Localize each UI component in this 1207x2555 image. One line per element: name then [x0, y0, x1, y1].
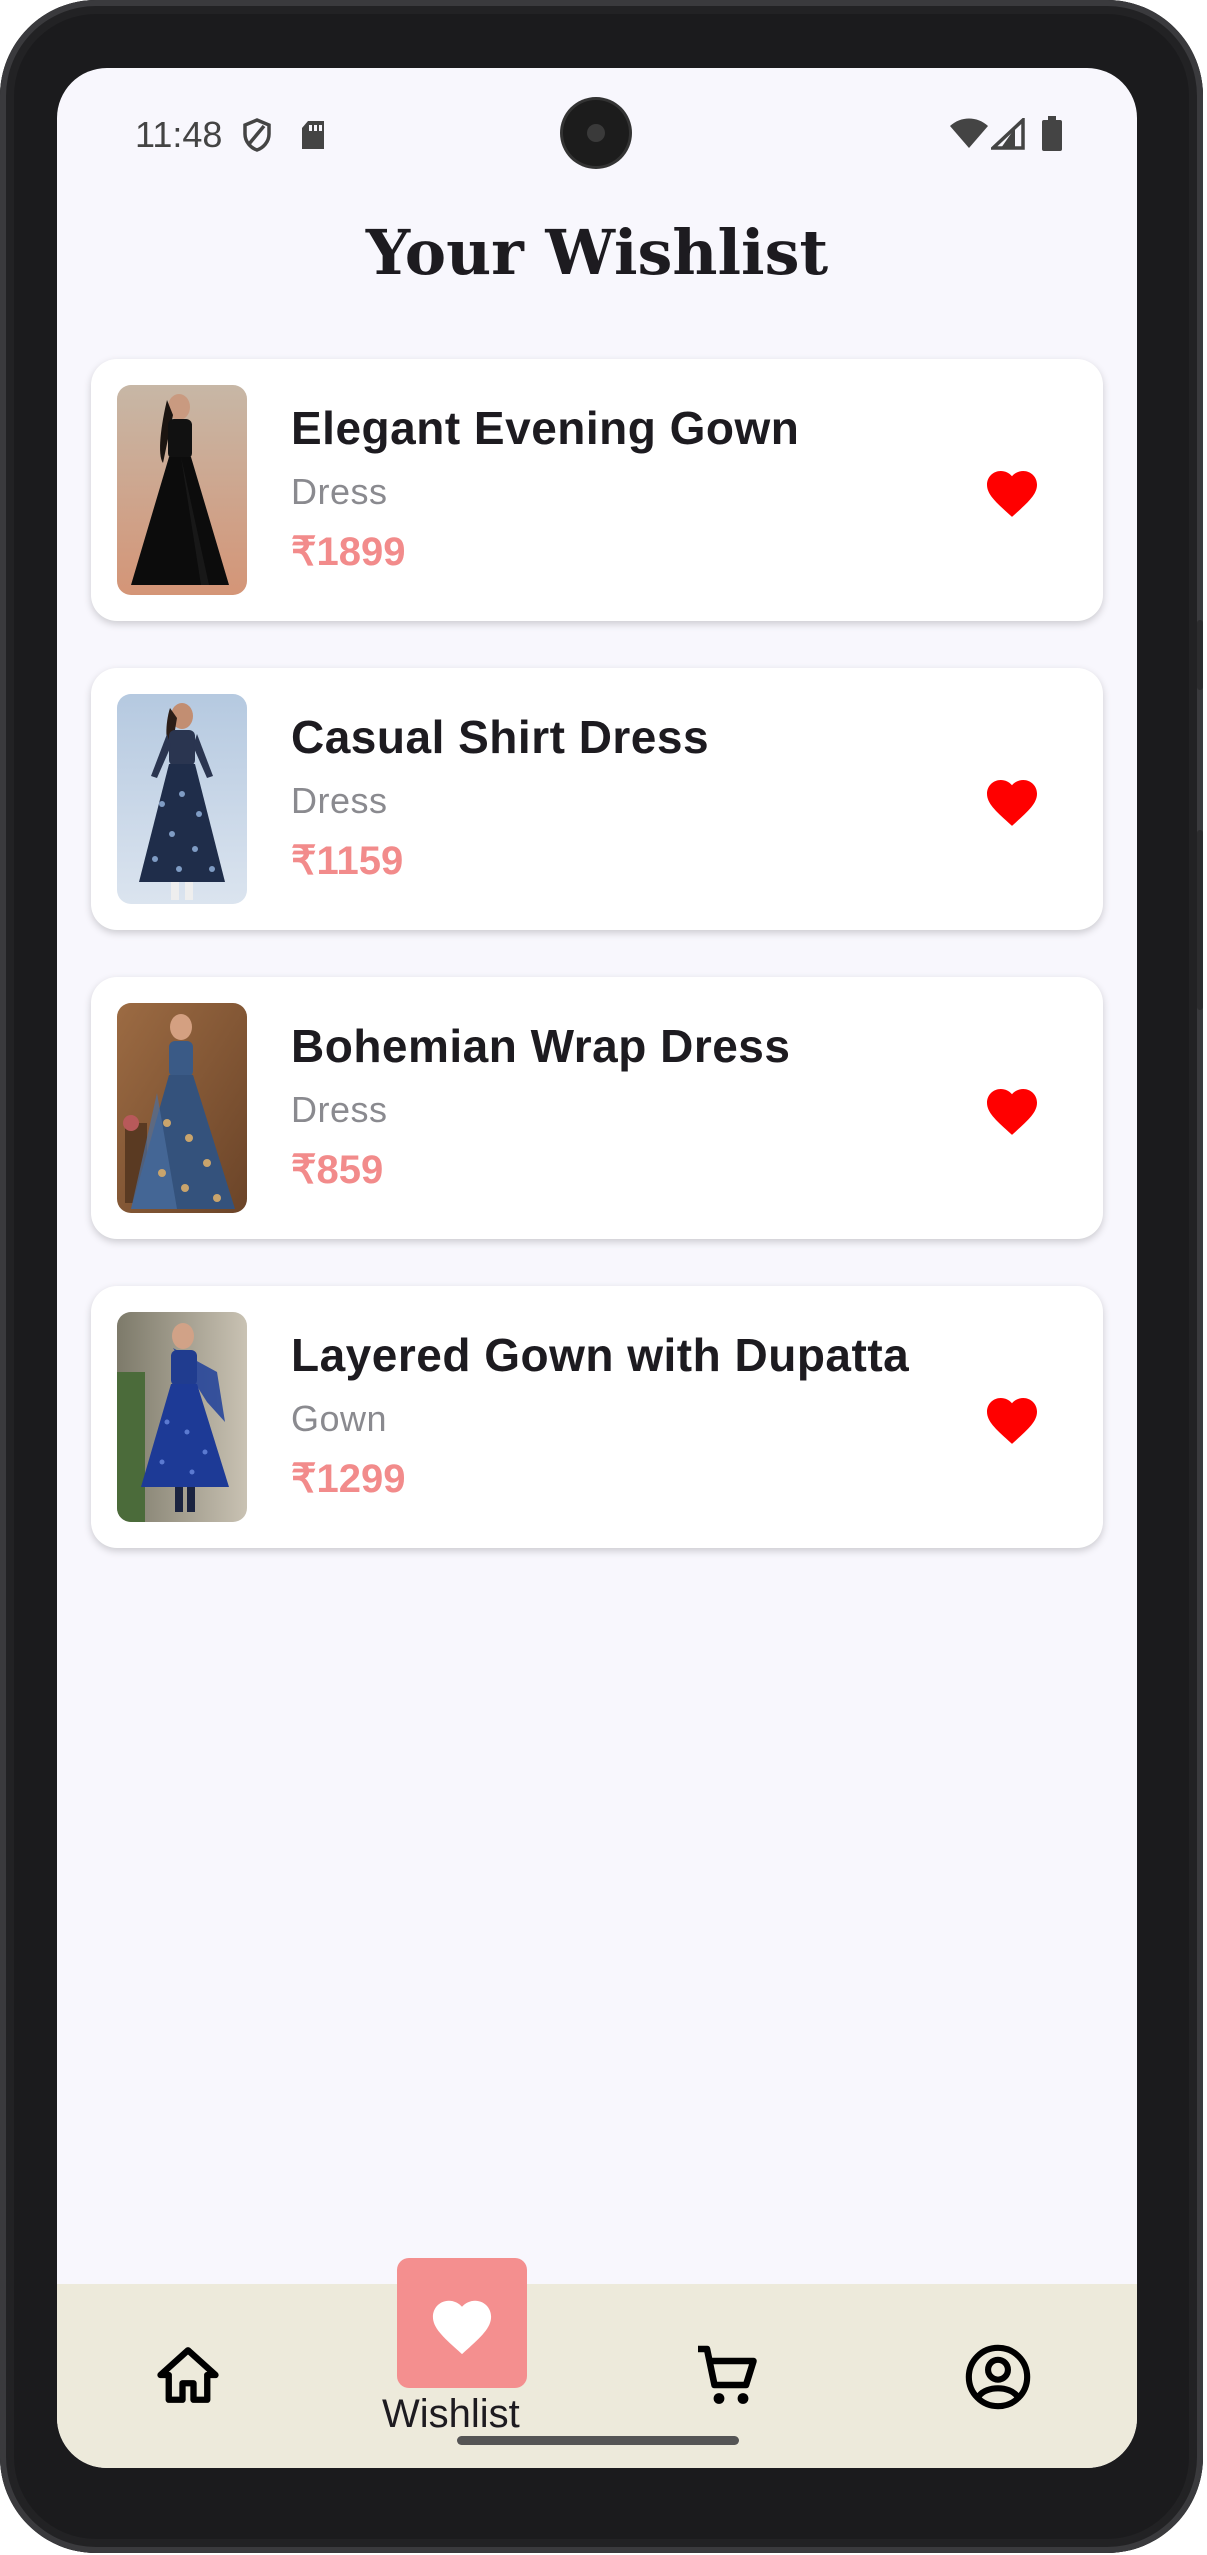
product-image — [117, 1312, 247, 1522]
account-icon — [963, 2344, 1033, 2416]
product-name: Bohemian Wrap Dress — [291, 1020, 791, 1072]
vpn-shield-icon — [242, 118, 272, 157]
nav-profile[interactable] — [963, 2342, 1033, 2417]
app-screen: 11:48 Your Wishlist Elegant Evening Gown… — [57, 68, 1137, 2468]
cellular-signal-icon — [988, 115, 1025, 155]
product-price: ₹859 — [291, 1148, 384, 1192]
product-price: ₹1299 — [291, 1457, 406, 1501]
product-price: ₹1899 — [291, 530, 406, 574]
favorite-heart-icon[interactable] — [982, 1081, 1042, 1137]
phone-frame: 11:48 Your Wishlist Elegant Evening Gown… — [0, 0, 1203, 2553]
nav-home[interactable] — [153, 2342, 223, 2413]
power-button — [1197, 830, 1203, 1010]
wifi-icon — [949, 118, 989, 155]
product-image — [117, 694, 247, 904]
cart-icon — [691, 2345, 765, 2416]
product-category: Dress — [291, 471, 388, 512]
product-image — [117, 385, 247, 595]
product-category: Gown — [291, 1398, 388, 1439]
product-image — [117, 1003, 247, 1213]
product-name: Elegant Evening Gown — [291, 402, 800, 454]
page-title: Your Wishlist — [365, 216, 829, 289]
sd-card-icon — [300, 120, 326, 155]
nav-wishlist-label: Wishlist — [382, 2392, 520, 2436]
front-camera — [563, 100, 629, 166]
gesture-handle[interactable] — [457, 2436, 739, 2445]
wishlist-card[interactable]: Layered Gown with Dupatta Gown ₹1299 — [91, 1286, 1103, 1548]
home-icon — [153, 2347, 223, 2412]
wishlist-list: Elegant Evening Gown Dress ₹1899 Casual … — [91, 359, 1103, 1595]
product-category: Dress — [291, 780, 388, 821]
favorite-heart-icon[interactable] — [982, 772, 1042, 828]
status-time: 11:48 — [135, 114, 223, 155]
status-bar: 11:48 — [57, 68, 1137, 198]
nav-cart[interactable] — [691, 2340, 765, 2417]
wishlist-card[interactable]: Bohemian Wrap Dress Dress ₹859 — [91, 977, 1103, 1239]
battery-icon — [1041, 116, 1063, 157]
favorite-heart-icon[interactable] — [982, 463, 1042, 519]
product-category: Dress — [291, 1089, 388, 1130]
favorite-heart-icon[interactable] — [982, 1390, 1042, 1446]
volume-button — [1197, 620, 1203, 690]
product-name: Casual Shirt Dress — [291, 711, 710, 763]
product-name: Layered Gown with Dupatta — [291, 1329, 910, 1381]
wishlist-card[interactable]: Casual Shirt Dress Dress ₹1159 — [91, 668, 1103, 930]
product-price: ₹1159 — [291, 839, 404, 883]
wishlist-card[interactable]: Elegant Evening Gown Dress ₹1899 — [91, 359, 1103, 621]
heart-icon — [427, 2292, 497, 2361]
